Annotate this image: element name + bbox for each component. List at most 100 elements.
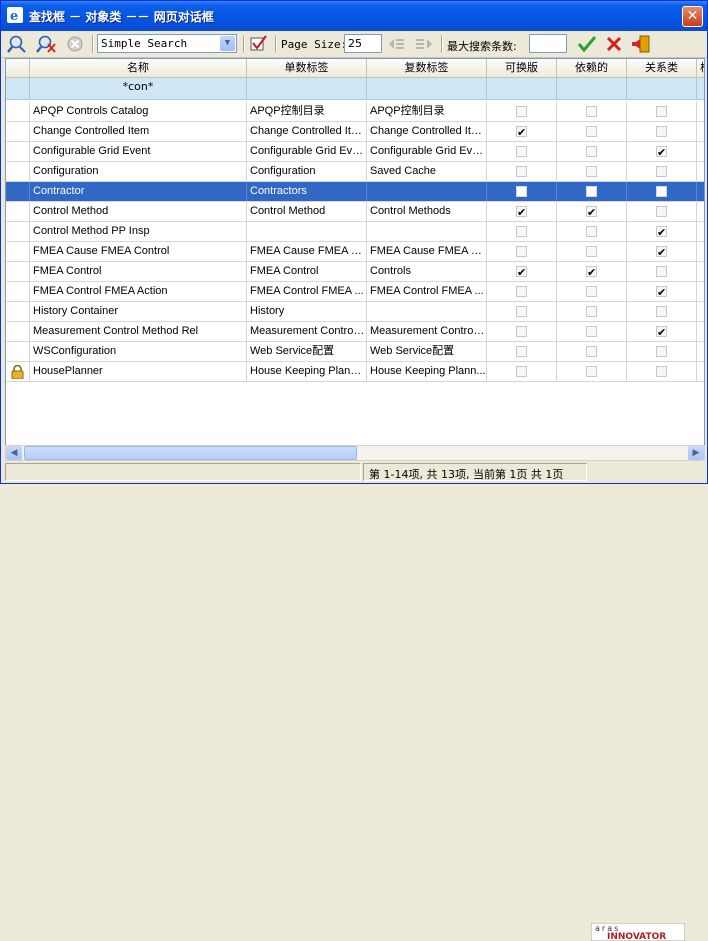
relationship-checkbox[interactable] [656,144,667,161]
relationship-checkbox[interactable] [656,346,667,357]
table-row[interactable]: History Container History [6,302,704,322]
svg-text:e: e [10,9,18,23]
header-truncated-column[interactable]: 核 [697,59,704,77]
dependent-checkbox[interactable] [586,366,597,377]
table-row[interactable]: HousePlanner House Keeping Planner House K… [6,362,704,382]
relationship-checkbox[interactable] [656,306,667,317]
filter-plural-input[interactable] [367,78,487,99]
table-row[interactable]: Control Method Control Method Control Meth… [6,202,704,222]
dependent-checkbox[interactable] [586,126,597,137]
filter-versionable-input[interactable] [487,78,557,99]
relationship-checkbox[interactable] [656,244,667,261]
versionable-checkbox[interactable] [516,146,527,157]
relationship-checkbox[interactable] [656,186,667,197]
relationship-checkbox[interactable] [656,224,667,241]
dependent-checkbox[interactable] [586,286,597,297]
scroll-right-button[interactable]: ▶ [688,446,704,460]
toolbar-separator [441,35,443,53]
filter-name-input[interactable]: *con* [30,78,247,99]
header-name[interactable]: 名称 [30,59,247,77]
dependent-checkbox[interactable] [586,326,597,337]
versionable-checkbox[interactable] [516,204,527,221]
table-row[interactable]: WSConfiguration Web Service配置 Web Service配… [6,342,704,362]
versionable-checkbox[interactable] [516,106,527,117]
dependent-checkbox[interactable] [586,204,597,221]
search-mode-select[interactable]: Simple Search ▼ [97,34,237,53]
versionable-checkbox[interactable] [516,286,527,297]
header-singular-label[interactable]: 单数标签 [247,59,367,77]
header-relationship[interactable]: 关系类 [627,59,697,77]
cell-versionable [487,162,557,181]
dependent-checkbox[interactable] [586,246,597,257]
filter-dependent-input[interactable] [557,78,627,99]
table-row[interactable]: Configurable Grid Event Configurable Grid… [6,142,704,162]
cell-versionable [487,242,557,261]
scroll-left-button[interactable]: ◀ [6,446,22,460]
header-versionable[interactable]: 可换版 [487,59,557,77]
horizontal-scrollbar[interactable]: ◀ ▶ [5,445,705,461]
relationship-checkbox[interactable] [656,206,667,217]
header-dependent[interactable]: 依赖的 [557,59,627,77]
versionable-checkbox[interactable] [516,166,527,177]
filter-relationship-input[interactable] [627,78,697,99]
relationship-checkbox[interactable] [656,266,667,277]
relationship-checkbox[interactable] [656,284,667,301]
versionable-checkbox[interactable] [516,366,527,377]
table-row[interactable]: Contractor Contractors [6,182,704,202]
dependent-checkbox[interactable] [586,186,597,197]
cell-versionable [487,222,557,241]
dependent-checkbox[interactable] [586,106,597,117]
table-row[interactable]: FMEA Cause FMEA Control FMEA Cause FMEA C… [6,242,704,262]
close-button[interactable]: ✕ [682,6,703,27]
table-row[interactable]: Control Method PP Insp [6,222,704,242]
relationship-checkbox[interactable] [656,324,667,341]
next-page-icon[interactable] [413,34,435,54]
table-row[interactable]: Change Controlled Item Change Controlled … [6,122,704,142]
cell-dependent [557,162,627,181]
relationship-checkbox[interactable] [656,166,667,177]
dependent-checkbox[interactable] [586,146,597,157]
header-plural-label[interactable]: 复数标签 [367,59,487,77]
title-bar[interactable]: e 查找框 － 对象类 －－ 网页对话框 ✕ [1,1,707,31]
versionable-checkbox[interactable] [516,246,527,257]
clear-search-icon[interactable] [35,34,57,54]
prev-page-icon[interactable] [386,34,408,54]
versionable-checkbox[interactable] [516,326,527,337]
search-icon[interactable] [7,34,29,54]
dependent-checkbox[interactable] [586,346,597,357]
versionable-checkbox[interactable] [516,346,527,357]
table-row[interactable]: Measurement Control Method Rel Measuremen… [6,322,704,342]
exit-icon[interactable] [631,34,653,54]
cell-relationship [627,242,697,261]
cell-truncated [697,362,704,381]
filter-singular-input[interactable] [247,78,367,99]
check-icon[interactable] [576,34,598,54]
dependent-checkbox[interactable] [586,166,597,177]
dependent-checkbox[interactable] [586,306,597,317]
cell-plural [367,182,487,201]
versionable-checkbox[interactable] [516,264,527,281]
relationship-checkbox[interactable] [656,126,667,137]
versionable-checkbox[interactable] [516,124,527,141]
scrollbar-thumb[interactable] [24,446,357,460]
cell-relationship [627,142,697,161]
table-row[interactable]: FMEA Control FMEA Control Controls [6,262,704,282]
versionable-checkbox[interactable] [516,306,527,317]
max-results-input[interactable] [529,34,567,53]
dependent-checkbox[interactable] [586,226,597,237]
table-row[interactable]: FMEA Control FMEA Action FMEA Control FME… [6,282,704,302]
table-row[interactable]: APQP Controls Catalog APQP控制目录 APQP控制目录 [6,102,704,122]
cell-dependent [557,202,627,221]
page-size-input[interactable]: 25 [344,34,382,53]
criteria-icon[interactable] [249,34,269,54]
relationship-checkbox[interactable] [656,366,667,377]
versionable-checkbox[interactable] [516,226,527,237]
stop-search-icon[interactable] [65,34,85,54]
cancel-icon[interactable] [604,34,624,54]
dependent-checkbox[interactable] [586,264,597,281]
relationship-checkbox[interactable] [656,106,667,117]
table-row[interactable]: Configuration Configuration Saved Cache [6,162,704,182]
cell-truncated [697,202,704,221]
versionable-checkbox[interactable] [516,186,527,197]
row-selector-cell [6,242,30,261]
